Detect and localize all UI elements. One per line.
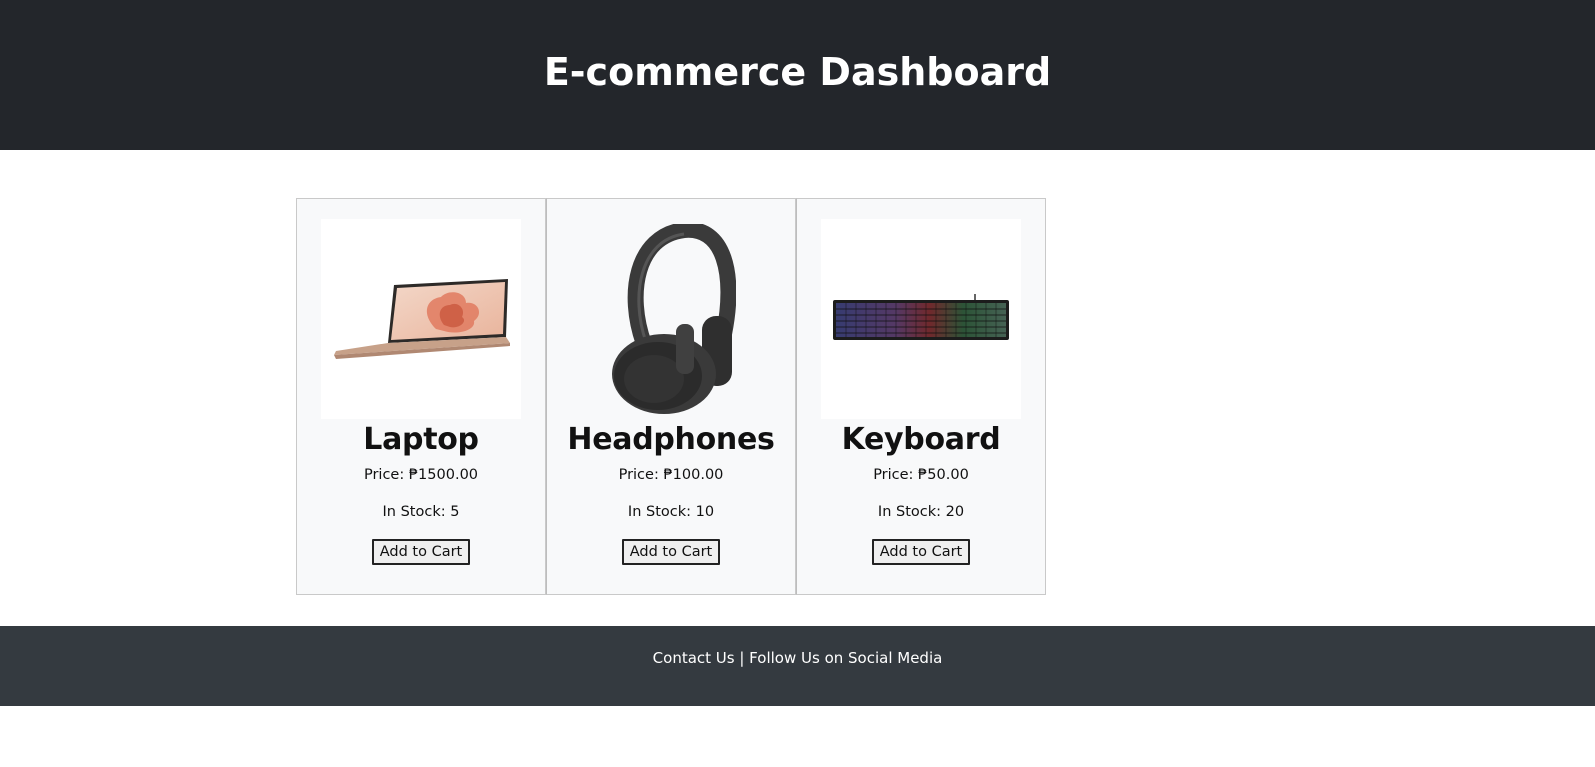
- product-card-keyboard: Keyboard Price: ₱50.00 In Stock: 20 Add …: [796, 198, 1046, 595]
- add-to-cart-button[interactable]: Add to Cart: [371, 539, 471, 565]
- product-name: Headphones: [567, 422, 775, 457]
- product-name: Laptop: [363, 422, 479, 457]
- site-header: E-commerce Dashboard: [0, 0, 1595, 150]
- product-name: Keyboard: [841, 422, 1001, 457]
- product-price: Price: ₱1500.00: [363, 467, 479, 483]
- site-footer: Contact Us | Follow Us on Social Media: [0, 626, 1595, 706]
- add-to-cart-button[interactable]: Add to Cart: [621, 539, 721, 565]
- product-stock: In Stock: 10: [627, 504, 715, 520]
- product-stock: In Stock: 20: [877, 504, 965, 520]
- laptop-image: [321, 219, 521, 419]
- product-price: Price: ₱100.00: [618, 467, 724, 483]
- product-card-headphones: Headphones Price: ₱100.00 In Stock: 10 A…: [546, 198, 796, 595]
- footer-text: Contact Us | Follow Us on Social Media: [652, 649, 943, 667]
- keyboard-image: [821, 219, 1021, 419]
- product-card-laptop: Laptop Price: ₱1500.00 In Stock: 5 Add t…: [296, 198, 546, 595]
- product-grid: Laptop Price: ₱1500.00 In Stock: 5 Add t…: [296, 198, 1046, 595]
- product-stock: In Stock: 5: [382, 504, 460, 520]
- product-price: Price: ₱50.00: [873, 467, 969, 483]
- page-title: E-commerce Dashboard: [543, 50, 1052, 94]
- add-to-cart-button[interactable]: Add to Cart: [871, 539, 971, 565]
- headphones-image: [571, 219, 771, 419]
